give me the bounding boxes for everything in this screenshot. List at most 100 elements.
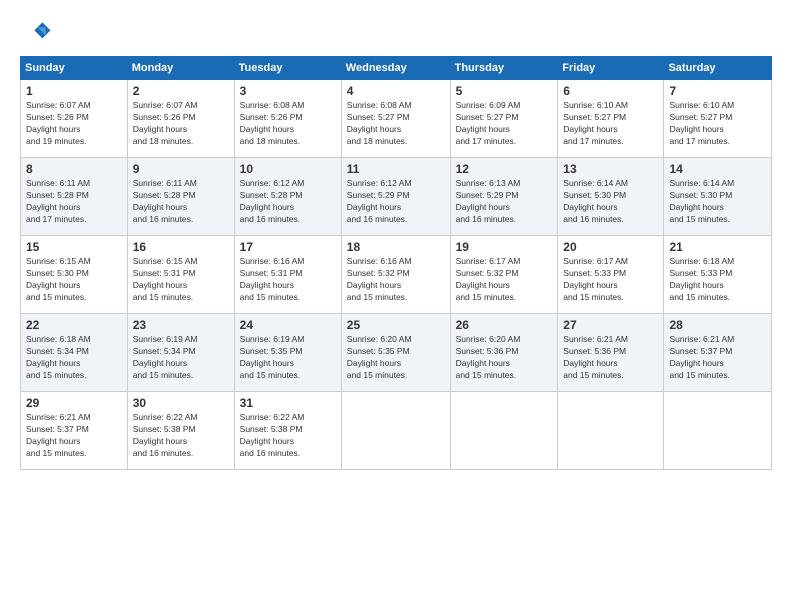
- day-number: 16: [133, 240, 229, 254]
- day-number: 18: [347, 240, 445, 254]
- calendar-cell: 12 Sunrise: 6:13 AM Sunset: 5:29 PM Dayl…: [450, 158, 558, 236]
- calendar-cell: 20 Sunrise: 6:17 AM Sunset: 5:33 PM Dayl…: [558, 236, 664, 314]
- day-info: Sunrise: 6:20 AM Sunset: 5:36 PM Dayligh…: [456, 334, 553, 382]
- calendar-cell: 29 Sunrise: 6:21 AM Sunset: 5:37 PM Dayl…: [21, 392, 128, 470]
- day-info: Sunrise: 6:19 AM Sunset: 5:35 PM Dayligh…: [240, 334, 336, 382]
- calendar-cell: 5 Sunrise: 6:09 AM Sunset: 5:27 PM Dayli…: [450, 80, 558, 158]
- calendar-week-3: 15 Sunrise: 6:15 AM Sunset: 5:30 PM Dayl…: [21, 236, 772, 314]
- day-info: Sunrise: 6:19 AM Sunset: 5:34 PM Dayligh…: [133, 334, 229, 382]
- weekday-header-tuesday: Tuesday: [234, 57, 341, 80]
- calendar-cell: 3 Sunrise: 6:08 AM Sunset: 5:26 PM Dayli…: [234, 80, 341, 158]
- calendar-cell: 26 Sunrise: 6:20 AM Sunset: 5:36 PM Dayl…: [450, 314, 558, 392]
- day-number: 10: [240, 162, 336, 176]
- day-number: 13: [563, 162, 658, 176]
- calendar-cell: 1 Sunrise: 6:07 AM Sunset: 5:26 PM Dayli…: [21, 80, 128, 158]
- day-info: Sunrise: 6:22 AM Sunset: 5:38 PM Dayligh…: [240, 412, 336, 460]
- day-info: Sunrise: 6:18 AM Sunset: 5:34 PM Dayligh…: [26, 334, 122, 382]
- day-info: Sunrise: 6:09 AM Sunset: 5:27 PM Dayligh…: [456, 100, 553, 148]
- day-number: 2: [133, 84, 229, 98]
- day-number: 6: [563, 84, 658, 98]
- calendar-cell: 4 Sunrise: 6:08 AM Sunset: 5:27 PM Dayli…: [341, 80, 450, 158]
- header: [20, 16, 772, 48]
- calendar-cell: 23 Sunrise: 6:19 AM Sunset: 5:34 PM Dayl…: [127, 314, 234, 392]
- weekday-header-thursday: Thursday: [450, 57, 558, 80]
- day-info: Sunrise: 6:14 AM Sunset: 5:30 PM Dayligh…: [669, 178, 766, 226]
- day-info: Sunrise: 6:12 AM Sunset: 5:28 PM Dayligh…: [240, 178, 336, 226]
- calendar-cell: 17 Sunrise: 6:16 AM Sunset: 5:31 PM Dayl…: [234, 236, 341, 314]
- weekday-header-sunday: Sunday: [21, 57, 128, 80]
- weekday-header-monday: Monday: [127, 57, 234, 80]
- day-number: 8: [26, 162, 122, 176]
- day-info: Sunrise: 6:08 AM Sunset: 5:27 PM Dayligh…: [347, 100, 445, 148]
- day-number: 20: [563, 240, 658, 254]
- day-number: 23: [133, 318, 229, 332]
- calendar-cell: 22 Sunrise: 6:18 AM Sunset: 5:34 PM Dayl…: [21, 314, 128, 392]
- day-number: 1: [26, 84, 122, 98]
- weekday-header-row: SundayMondayTuesdayWednesdayThursdayFrid…: [21, 57, 772, 80]
- weekday-header-wednesday: Wednesday: [341, 57, 450, 80]
- page: SundayMondayTuesdayWednesdayThursdayFrid…: [0, 0, 792, 480]
- day-info: Sunrise: 6:15 AM Sunset: 5:31 PM Dayligh…: [133, 256, 229, 304]
- day-number: 26: [456, 318, 553, 332]
- calendar-cell: 6 Sunrise: 6:10 AM Sunset: 5:27 PM Dayli…: [558, 80, 664, 158]
- calendar-cell: 21 Sunrise: 6:18 AM Sunset: 5:33 PM Dayl…: [664, 236, 772, 314]
- calendar-cell: 7 Sunrise: 6:10 AM Sunset: 5:27 PM Dayli…: [664, 80, 772, 158]
- day-number: 24: [240, 318, 336, 332]
- calendar-cell: 8 Sunrise: 6:11 AM Sunset: 5:28 PM Dayli…: [21, 158, 128, 236]
- calendar-cell: [558, 392, 664, 470]
- day-info: Sunrise: 6:10 AM Sunset: 5:27 PM Dayligh…: [563, 100, 658, 148]
- calendar-table: SundayMondayTuesdayWednesdayThursdayFrid…: [20, 56, 772, 470]
- weekday-header-friday: Friday: [558, 57, 664, 80]
- calendar-cell: 19 Sunrise: 6:17 AM Sunset: 5:32 PM Dayl…: [450, 236, 558, 314]
- day-number: 12: [456, 162, 553, 176]
- calendar-cell: 24 Sunrise: 6:19 AM Sunset: 5:35 PM Dayl…: [234, 314, 341, 392]
- logo-icon: [20, 16, 52, 48]
- calendar-cell: 27 Sunrise: 6:21 AM Sunset: 5:36 PM Dayl…: [558, 314, 664, 392]
- calendar-week-4: 22 Sunrise: 6:18 AM Sunset: 5:34 PM Dayl…: [21, 314, 772, 392]
- calendar-cell: 18 Sunrise: 6:16 AM Sunset: 5:32 PM Dayl…: [341, 236, 450, 314]
- day-info: Sunrise: 6:18 AM Sunset: 5:33 PM Dayligh…: [669, 256, 766, 304]
- day-number: 4: [347, 84, 445, 98]
- day-info: Sunrise: 6:14 AM Sunset: 5:30 PM Dayligh…: [563, 178, 658, 226]
- calendar-week-5: 29 Sunrise: 6:21 AM Sunset: 5:37 PM Dayl…: [21, 392, 772, 470]
- calendar-cell: 11 Sunrise: 6:12 AM Sunset: 5:29 PM Dayl…: [341, 158, 450, 236]
- day-number: 11: [347, 162, 445, 176]
- day-number: 5: [456, 84, 553, 98]
- calendar-cell: [664, 392, 772, 470]
- day-info: Sunrise: 6:10 AM Sunset: 5:27 PM Dayligh…: [669, 100, 766, 148]
- day-number: 19: [456, 240, 553, 254]
- day-number: 9: [133, 162, 229, 176]
- day-number: 7: [669, 84, 766, 98]
- day-info: Sunrise: 6:15 AM Sunset: 5:30 PM Dayligh…: [26, 256, 122, 304]
- calendar-cell: 9 Sunrise: 6:11 AM Sunset: 5:28 PM Dayli…: [127, 158, 234, 236]
- calendar-cell: 31 Sunrise: 6:22 AM Sunset: 5:38 PM Dayl…: [234, 392, 341, 470]
- day-number: 29: [26, 396, 122, 410]
- calendar-cell: 30 Sunrise: 6:22 AM Sunset: 5:38 PM Dayl…: [127, 392, 234, 470]
- day-number: 30: [133, 396, 229, 410]
- day-info: Sunrise: 6:21 AM Sunset: 5:36 PM Dayligh…: [563, 334, 658, 382]
- day-number: 14: [669, 162, 766, 176]
- day-info: Sunrise: 6:16 AM Sunset: 5:31 PM Dayligh…: [240, 256, 336, 304]
- day-number: 27: [563, 318, 658, 332]
- day-number: 17: [240, 240, 336, 254]
- calendar-cell: 15 Sunrise: 6:15 AM Sunset: 5:30 PM Dayl…: [21, 236, 128, 314]
- weekday-header-saturday: Saturday: [664, 57, 772, 80]
- day-number: 15: [26, 240, 122, 254]
- calendar-cell: 25 Sunrise: 6:20 AM Sunset: 5:35 PM Dayl…: [341, 314, 450, 392]
- calendar-cell: [341, 392, 450, 470]
- day-info: Sunrise: 6:21 AM Sunset: 5:37 PM Dayligh…: [26, 412, 122, 460]
- day-number: 25: [347, 318, 445, 332]
- day-info: Sunrise: 6:07 AM Sunset: 5:26 PM Dayligh…: [133, 100, 229, 148]
- day-number: 3: [240, 84, 336, 98]
- day-number: 22: [26, 318, 122, 332]
- day-number: 28: [669, 318, 766, 332]
- day-info: Sunrise: 6:22 AM Sunset: 5:38 PM Dayligh…: [133, 412, 229, 460]
- day-number: 21: [669, 240, 766, 254]
- day-info: Sunrise: 6:21 AM Sunset: 5:37 PM Dayligh…: [669, 334, 766, 382]
- day-info: Sunrise: 6:11 AM Sunset: 5:28 PM Dayligh…: [133, 178, 229, 226]
- calendar-cell: 28 Sunrise: 6:21 AM Sunset: 5:37 PM Dayl…: [664, 314, 772, 392]
- day-info: Sunrise: 6:07 AM Sunset: 5:26 PM Dayligh…: [26, 100, 122, 148]
- day-info: Sunrise: 6:12 AM Sunset: 5:29 PM Dayligh…: [347, 178, 445, 226]
- day-info: Sunrise: 6:16 AM Sunset: 5:32 PM Dayligh…: [347, 256, 445, 304]
- calendar-cell: 13 Sunrise: 6:14 AM Sunset: 5:30 PM Dayl…: [558, 158, 664, 236]
